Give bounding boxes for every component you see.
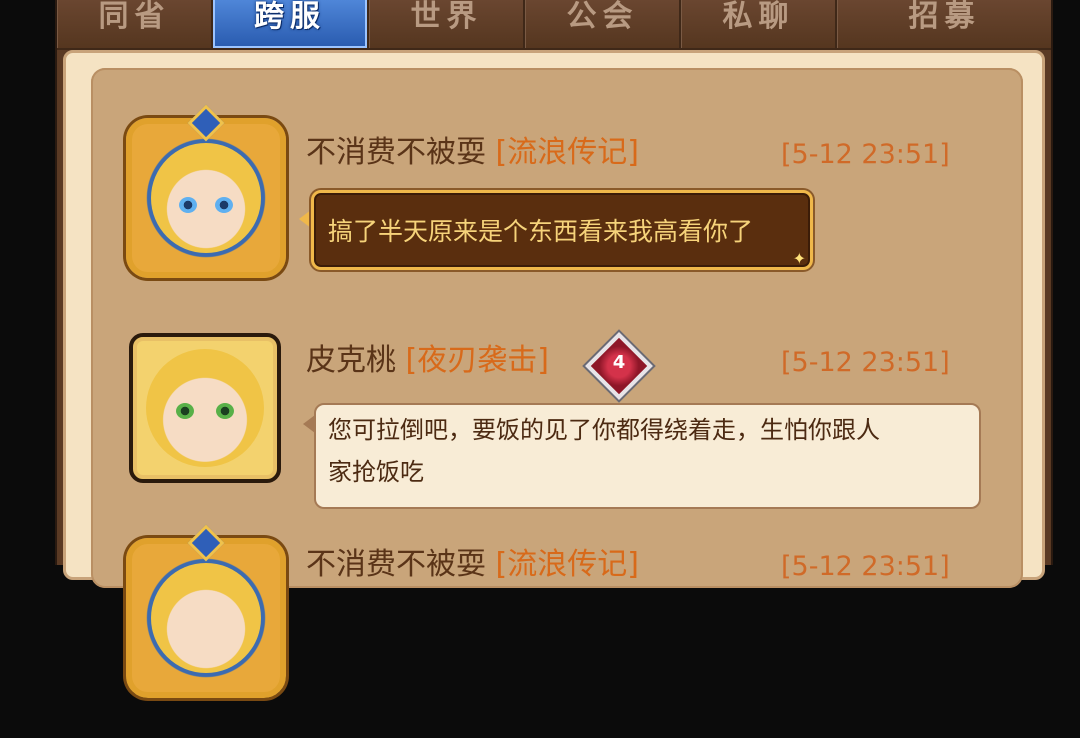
- frame-gem-icon: [187, 104, 225, 142]
- chat-tab-bar: 同省 跨服 世界 公会 私聊 招募: [57, 0, 1051, 50]
- message-bubble: 您可拉倒吧，要饭的见了你都得绕着走，生怕你跟人 家抢饭吃: [314, 403, 981, 509]
- message-bubble-vip: 搞了半天原来是个东西看来我高看你了 ✦: [311, 190, 813, 270]
- chat-panel: 不消费不被耍 [流浪传记] [5-12 23:51] 搞了半天原来是个东西看来我…: [63, 50, 1045, 698]
- tab-guild[interactable]: 公会: [525, 0, 679, 48]
- player-avatar[interactable]: [126, 524, 286, 698]
- tab-private[interactable]: 私聊: [681, 0, 835, 48]
- tab-cross-server[interactable]: 跨服: [213, 0, 367, 48]
- chat-message-list[interactable]: 不消费不被耍 [流浪传记] [5-12 23:51] 搞了半天原来是个东西看来我…: [91, 68, 1023, 698]
- message-text: 搞了半天原来是个东西看来我高看你了: [328, 217, 754, 246]
- bubble-tail: [299, 210, 311, 228]
- hero-portrait: [151, 143, 261, 253]
- chat-message: 不消费不被耍 [流浪传记] [5-12 23:51] 搞了半天原来是个东西看来我…: [91, 104, 1023, 318]
- tab-world[interactable]: 世界: [369, 0, 523, 48]
- rank-badge-number: 4: [612, 352, 626, 373]
- eye-icon: [215, 197, 233, 213]
- message-time: [5-12 23:51]: [781, 347, 950, 378]
- sparkle-icon: ✦: [792, 249, 806, 268]
- player-avatar[interactable]: [126, 104, 286, 278]
- sender-line: 不消费不被耍 [流浪传记]: [306, 138, 639, 168]
- sender-name[interactable]: 皮克桃: [306, 343, 396, 378]
- message-text-line: 您可拉倒吧，要饭的见了你都得绕着走，生怕你跟人: [328, 416, 880, 444]
- message-time: [5-12 23:51]: [781, 139, 950, 170]
- message-time: [5-12 23:51]: [781, 551, 950, 582]
- chat-message: 皮克桃 [夜刃袭击] 4 [5-12 23:51] 您可拉倒吧，要饭的见了你都得…: [91, 332, 1023, 533]
- sender-line: 皮克桃 [夜刃袭击]: [306, 346, 549, 376]
- message-text-line: 家抢饭吃: [328, 458, 424, 486]
- chat-message: 不消费不被耍 [流浪传记] [5-12 23:51]: [91, 524, 1023, 738]
- eye-icon: [216, 403, 234, 419]
- eye-icon: [179, 197, 197, 213]
- player-avatar[interactable]: [129, 333, 281, 483]
- sender-line: 不消费不被耍 [流浪传记]: [306, 550, 639, 580]
- chat-window: 同省 跨服 世界 公会 私聊 招募 不消费不被耍 [流浪传记] [5-12 23…: [55, 0, 1053, 698]
- sender-name[interactable]: 不消费不被耍: [306, 135, 486, 170]
- sender-guild: [流浪传记]: [495, 135, 639, 170]
- tab-province[interactable]: 同省: [57, 0, 211, 48]
- hero-portrait: [146, 349, 264, 467]
- eye-icon: [176, 403, 194, 419]
- sender-guild: [夜刃袭击]: [405, 343, 549, 378]
- hero-portrait: [151, 563, 261, 673]
- tab-recruit[interactable]: 招募: [837, 0, 1051, 48]
